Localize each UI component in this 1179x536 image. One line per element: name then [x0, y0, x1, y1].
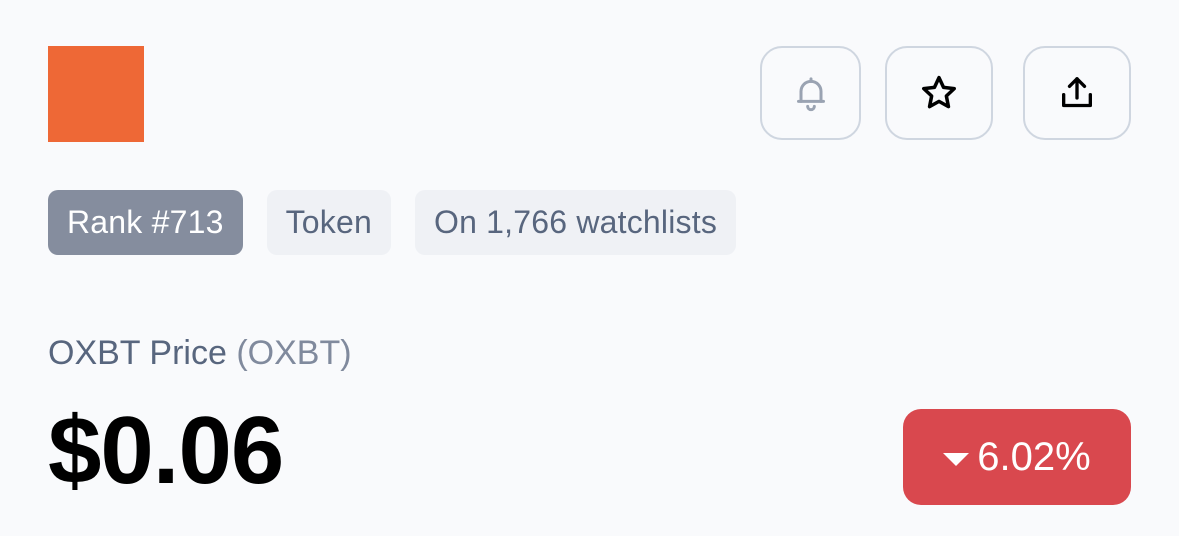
rank-badge: Rank #713: [48, 190, 243, 255]
price-change-badge: 6.02%: [903, 409, 1131, 505]
current-price: $0.06: [48, 397, 284, 504]
watchlists-badge: On 1,766 watchlists: [414, 190, 737, 255]
bell-icon: [796, 77, 825, 112]
price-label: OXBT Price: [48, 334, 227, 372]
coin-symbol: (OXBT): [236, 334, 352, 372]
price-heading: OXBT Price (OXBT): [48, 334, 352, 373]
caret-down-icon: [943, 452, 970, 466]
share-button[interactable]: [1023, 46, 1131, 140]
price-alert-button[interactable]: [760, 46, 861, 140]
coin-logo: [48, 46, 144, 142]
coin-tags: Rank #713 Token On 1,766 watchlists: [48, 190, 737, 255]
star-icon: [922, 75, 956, 109]
type-badge: Token: [266, 190, 391, 255]
share-icon: [1062, 77, 1092, 108]
price-change-value: 6.02%: [977, 434, 1091, 479]
add-to-watchlist-button[interactable]: [885, 46, 993, 140]
